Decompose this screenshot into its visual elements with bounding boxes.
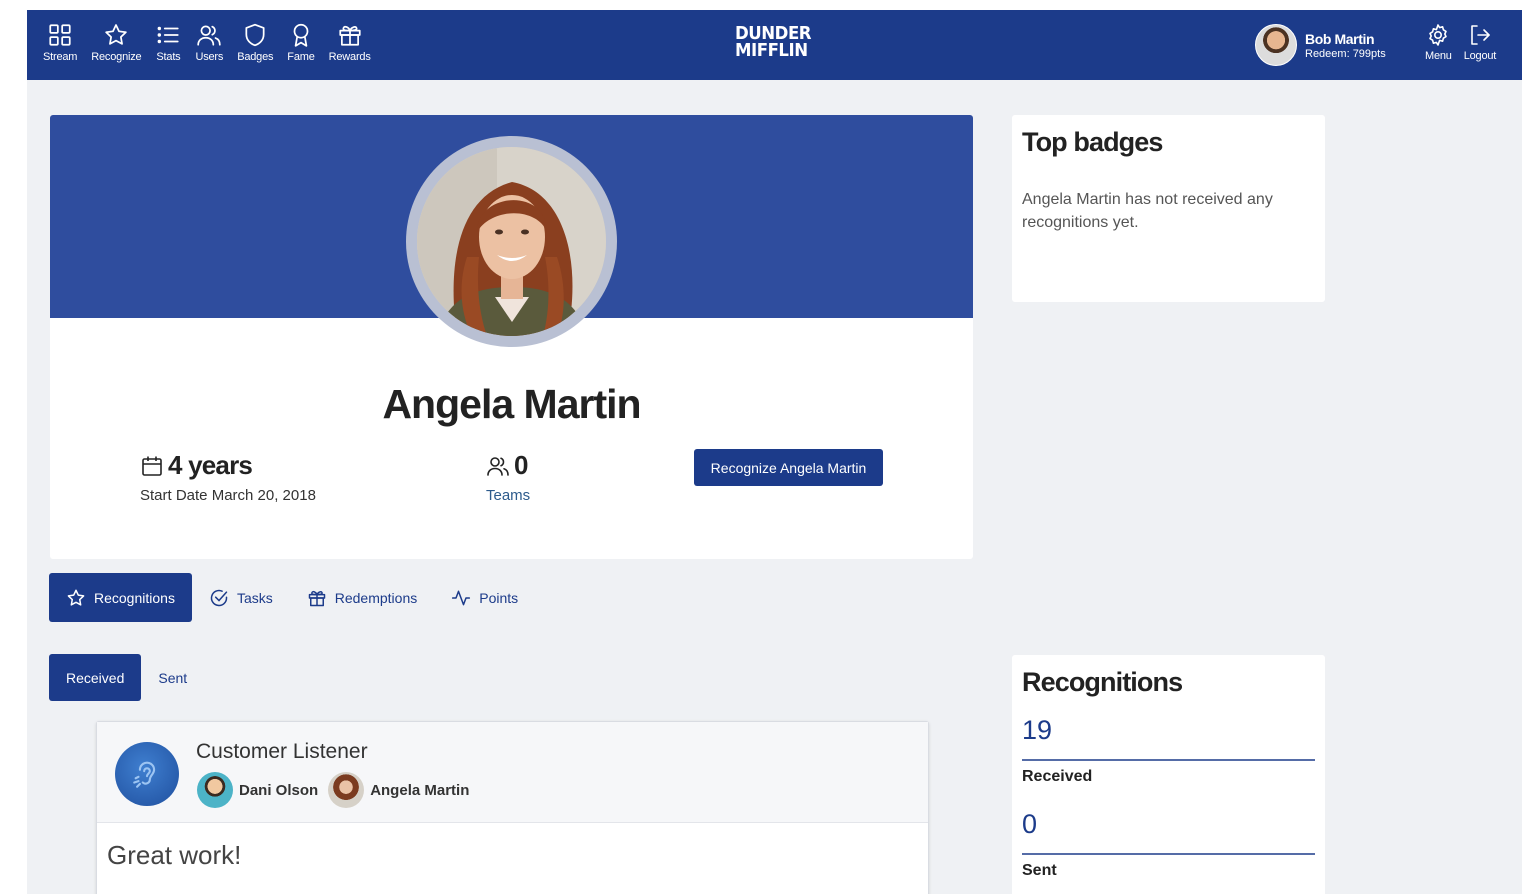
recognition-message: Great work! [107, 840, 242, 870]
sent-count: 0 [1022, 809, 1038, 839]
user-points: Redeem: 799pts [1305, 47, 1386, 60]
teams-stat[interactable]: 0 Teams [486, 450, 530, 504]
nav-stream-label: Stream [43, 51, 78, 63]
tab-tasks[interactable]: Tasks [192, 573, 290, 622]
gift-icon [339, 25, 361, 46]
tab-recognitions[interactable]: Recognitions [49, 573, 192, 622]
sender-avatar [197, 772, 233, 808]
calendar-icon [142, 456, 162, 476]
user-avatar [1255, 24, 1297, 66]
nav-logout-label: Logout [1463, 50, 1497, 62]
tab-redemptions-label: Redemptions [334, 589, 418, 606]
recipient-avatar [328, 772, 365, 808]
current-user[interactable]: Bob Martin Redeem: 799pts [1255, 24, 1386, 66]
tab-redemptions[interactable]: Redemptions [290, 573, 435, 622]
received-label: Received [1022, 768, 1093, 785]
tab-points-label: Points [479, 589, 519, 606]
recognition-card[interactable]: Customer Listener Dani Olson Angela Mart… [96, 721, 929, 894]
app-root: Stream Recognize Stats Users Badges Fame [27, 10, 1522, 894]
recognition-people: Dani Olson Angela Martin [197, 772, 479, 808]
activity-icon [452, 590, 471, 605]
nav-users[interactable]: Users [195, 22, 223, 63]
list-icon [158, 26, 180, 44]
nav-badges[interactable]: Badges [237, 22, 273, 63]
gift-icon [308, 590, 325, 606]
users-icon [487, 456, 509, 476]
nav-badges-label: Badges [237, 51, 274, 63]
users-icon [197, 25, 222, 46]
recipient-name: Angela Martin [370, 781, 470, 799]
nav-recognize[interactable]: Recognize [91, 22, 142, 63]
nav-menu-label: Menu [1425, 50, 1452, 62]
profile-name: Angela Martin [382, 381, 641, 427]
profile-tabs: Recognitions Tasks Redemptions Points [49, 573, 535, 622]
recognition-header: Customer Listener Dani Olson Angela Mart… [97, 722, 928, 823]
nav-rewards[interactable]: Rewards [329, 22, 371, 63]
top-badges-title: Top badges [1022, 127, 1163, 157]
star-icon [67, 589, 85, 606]
top-badges-empty-text: Angela Martin has not received any recog… [1022, 191, 1273, 231]
tenure-value-row: 4 years [140, 450, 316, 481]
nav-recognize-label: Recognize [91, 51, 142, 63]
sent-divider [1022, 853, 1315, 855]
nav-rewards-label: Rewards [328, 51, 371, 63]
tab-tasks-label: Tasks [236, 589, 273, 606]
check-circle-icon [210, 589, 228, 606]
start-date: Start Date March 20, 2018 [140, 487, 316, 504]
logo-line-2: MIFFLIN [735, 40, 808, 61]
nav-users-label: Users [195, 51, 224, 63]
company-logo[interactable]: DUNDER MIFFLIN [735, 25, 812, 61]
recognition-sender[interactable]: Dani Olson [197, 772, 318, 808]
subtab-sent[interactable]: Sent [141, 654, 204, 701]
nav-fame-label: Fame [287, 51, 315, 63]
profile-photo-ring [406, 136, 617, 347]
recognitions-summary-card: Recognitions 19 Received 0 Sent [1012, 655, 1325, 894]
nav-stats-label: Stats [156, 51, 181, 63]
tab-points[interactable]: Points [434, 573, 535, 622]
profile-photo-illustration [417, 147, 606, 336]
recognitions-summary-title: Recognitions [1022, 667, 1183, 697]
nav-logout[interactable]: Logout [1464, 23, 1496, 62]
teams-count: 0 [514, 450, 528, 480]
logout-icon [1471, 25, 1490, 45]
sender-name: Dani Olson [239, 781, 319, 799]
nav-items: Stream Recognize Stats Users Badges Fame [43, 22, 385, 63]
subtab-received[interactable]: Received [49, 654, 142, 701]
nav-stats[interactable]: Stats [155, 22, 181, 63]
recognition-subtabs: Received Sent [49, 654, 204, 701]
shield-icon [245, 23, 265, 47]
grid-icon [49, 24, 71, 46]
recognition-badge-title: Customer Listener [196, 740, 368, 763]
nav-stream[interactable]: Stream [43, 22, 77, 63]
ear-icon [133, 761, 156, 788]
star-icon [105, 24, 128, 45]
received-count: 19 [1022, 715, 1053, 745]
teams-label: Teams [486, 487, 531, 504]
award-icon [293, 23, 309, 47]
user-name: Bob Martin [1305, 30, 1375, 47]
tenure-value: 4 years [168, 450, 253, 480]
user-info: Bob Martin Redeem: 799pts [1297, 31, 1386, 60]
top-badges-card: Top badges Angela Martin has not receive… [1012, 115, 1325, 302]
teams-value-row: 0 [486, 450, 530, 481]
tab-recognitions-label: Recognitions [94, 589, 175, 606]
profile-card: Angela Martin 4 years Start Date March 2… [50, 115, 973, 559]
recognize-user-button[interactable]: Recognize Angela Martin [694, 449, 883, 486]
tenure-stat: 4 years Start Date March 20, 2018 [140, 450, 316, 504]
nav-fame[interactable]: Fame [287, 22, 315, 63]
received-divider [1022, 759, 1315, 761]
profile-photo [417, 147, 606, 336]
badge-image [115, 742, 179, 806]
gear-icon [1429, 24, 1448, 46]
nav-menu[interactable]: Menu [1425, 23, 1452, 62]
top-navigation-bar: Stream Recognize Stats Users Badges Fame [27, 10, 1522, 80]
right-nav: Menu Logout [1425, 23, 1508, 62]
recognition-recipient[interactable]: Angela Martin [328, 772, 469, 808]
sent-label: Sent [1022, 862, 1057, 879]
